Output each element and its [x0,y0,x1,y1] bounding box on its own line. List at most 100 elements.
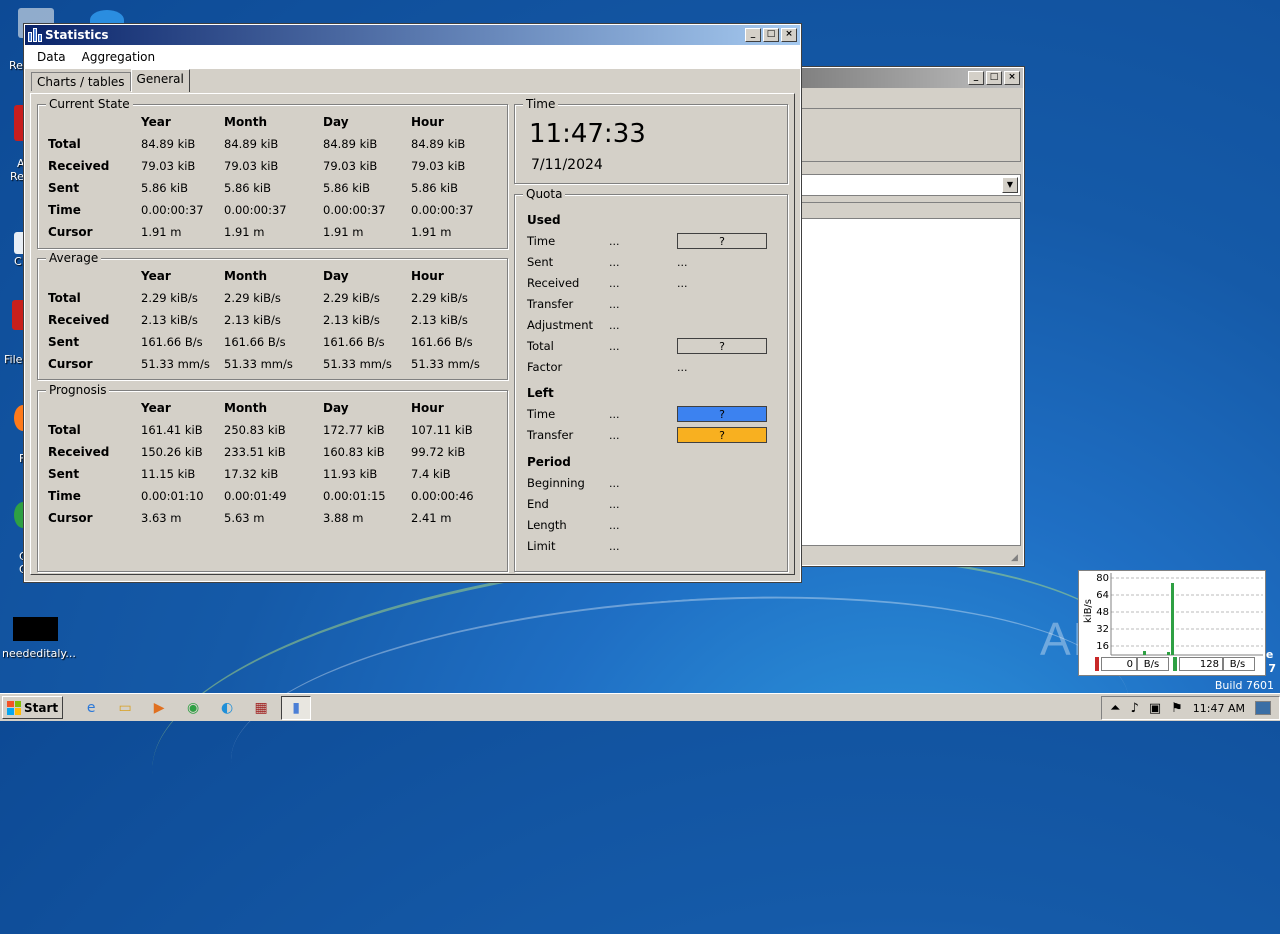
menu-data[interactable]: Data [31,48,72,66]
edge-icon[interactable]: ◐ [213,697,241,719]
resize-grip-icon[interactable]: ◢ [1011,553,1021,563]
group-title: Prognosis [46,383,110,397]
network-icon[interactable]: ▣ [1149,701,1161,716]
desktop-icon-label: Re [10,170,24,183]
cell-value: 0.00:00:46 [411,489,474,503]
cell-value: 0.00:01:15 [323,489,386,503]
background-titlebar[interactable]: _ □ × [799,68,1023,88]
minimize-button[interactable]: _ [745,28,761,42]
action-center-flag-icon[interactable]: ⚑ [1171,701,1183,716]
group-title: Current State [46,97,133,111]
cell-value: 51.33 mm/s [411,357,480,371]
cell-value: 5.86 kiB [141,181,189,195]
start-button[interactable]: Start [2,696,64,719]
quota-value: ... [609,255,620,269]
prognosis-group: Prognosis Year Month Day Hour Total 161.… [37,383,508,572]
column-header: Day [323,401,349,415]
taskbar-clock[interactable]: 11:47 AM [1193,702,1245,715]
quota-row: Factor ... [527,358,777,376]
quota-row: Length ... [527,516,777,534]
cell-value: 161.66 B/s [323,335,385,349]
cell-value: 161.66 B/s [224,335,286,349]
maximize-button[interactable]: □ [986,71,1002,85]
cell-value: 5.86 kiB [323,181,371,195]
build-label: Build 7601 [1214,679,1274,692]
quota-value: ... [677,255,688,269]
row-label: Cursor [48,357,93,371]
maximize-button[interactable]: □ [763,28,779,42]
average-table: Year Month Day Hour Total 2.29 kiB/s 2.2… [48,265,491,375]
desktop-file-label: neededitaly... [2,647,76,660]
chrome-icon[interactable]: ◉ [179,697,207,719]
table-row: Received 79.03 kiB 79.03 kiB 79.03 kiB 7… [48,155,491,177]
quota-row: Received ... ... [527,274,777,292]
column-header: Year [141,269,171,283]
cell-value: 0.00:01:49 [224,489,287,503]
show-desktop-icon[interactable] [1255,701,1271,715]
group-title: Average [46,251,102,265]
close-button[interactable]: × [1004,71,1020,85]
quota-label: Received [527,276,580,290]
row-label: Cursor [48,225,93,239]
cell-value: 2.41 m [411,511,452,525]
column-header: Month [224,401,268,415]
folder-icon[interactable]: ▭ [111,697,139,719]
cell-value: 17.32 kiB [224,467,279,481]
tab-charts-tables[interactable]: Charts / tables [31,72,131,91]
cell-value: 2.29 kiB/s [141,291,198,305]
cell-value: 2.13 kiB/s [141,313,198,327]
quota-progress-bar: ? [677,338,767,354]
network-meter[interactable]: 80 64 48 32 16 kiB/s 0 B/s 128 B/s [1078,570,1266,676]
statistics-titlebar[interactable]: Statistics _ □ × [25,25,800,45]
windows-logo-icon [7,700,21,715]
cell-value: 107.11 kiB [411,423,473,437]
column-header: Day [323,269,349,283]
show-hidden-icons-icon[interactable]: ⏶ [1110,701,1120,716]
menu-aggregation[interactable]: Aggregation [76,48,161,66]
tab-strip: Charts / tables General [25,69,800,92]
volume-icon[interactable]: ♪ [1131,701,1139,716]
background-window[interactable]: _ □ × ▼ ◢ [797,66,1025,567]
quota-label: Time [527,407,556,421]
row-label: Sent [48,467,80,481]
chevron-down-icon[interactable]: ▼ [1002,177,1018,193]
cell-value: 79.03 kiB [323,159,378,173]
minimize-button[interactable]: _ [968,71,984,85]
cell-value: 161.41 kiB [141,423,203,437]
menu-bar: Data Aggregation [25,45,800,69]
cell-value: 5.86 kiB [411,181,459,195]
cell-value: 79.03 kiB [141,159,196,173]
meter-upload-value: 128 [1179,657,1223,671]
statistics-taskbar-icon[interactable]: ▮ [281,695,312,720]
cell-value: 84.89 kiB [141,137,196,151]
file-thumbnail[interactable] [13,617,58,641]
table-row: Time 0.00:01:10 0.00:01:49 0.00:01:15 0.… [48,485,491,507]
media-player-icon[interactable]: ▶ [145,697,173,719]
cell-value: 3.88 m [323,511,364,525]
tab-general[interactable]: General [130,69,190,92]
cell-value: 5.63 m [224,511,265,525]
cell-value: 160.83 kiB [323,445,385,459]
close-button[interactable]: × [781,28,797,42]
desktop-icon-label: C [14,255,22,268]
quota-used-heading: Used [527,213,561,227]
cell-value: 51.33 mm/s [224,357,293,371]
internet-explorer-icon[interactable]: e [77,697,105,719]
background-dropdown[interactable]: ▼ [801,174,1021,196]
statistics-window[interactable]: Statistics _ □ × Data Aggregation Charts… [23,23,802,583]
quota-label: Beginning [527,476,585,490]
quota-label: Transfer [527,428,574,442]
cell-value: 150.26 kiB [141,445,203,459]
cell-value: 2.29 kiB/s [224,291,281,305]
cell-value: 1.91 m [141,225,182,239]
cell-value: 2.29 kiB/s [411,291,468,305]
cell-value: 0.00:00:37 [141,203,204,217]
cell-value: 0.00:00:37 [224,203,287,217]
quota-row: Time ... ? [527,232,777,250]
table-row: Sent 5.86 kiB 5.86 kiB 5.86 kiB 5.86 kiB [48,177,491,199]
quota-group: Quota Used Time ... ? Sent ... ... Recei… [514,187,788,572]
quota-row: Beginning ... [527,474,777,492]
cell-value: 11.15 kiB [141,467,196,481]
background-list[interactable] [801,218,1021,546]
archive-app-icon[interactable]: ▦ [247,697,275,719]
